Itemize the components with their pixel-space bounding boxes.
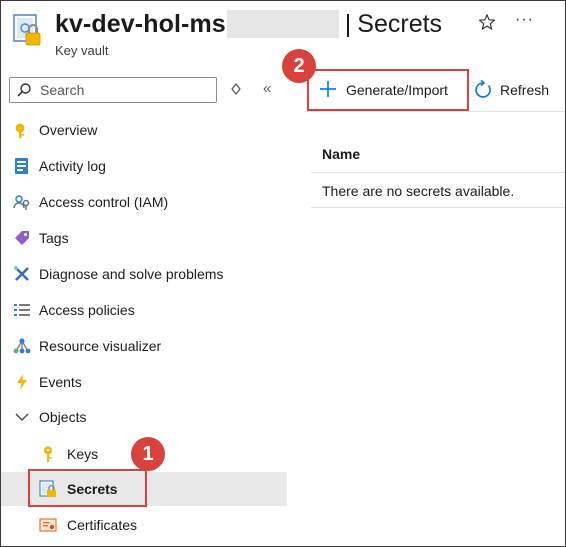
visualizer-icon (13, 338, 31, 354)
sidebar-item-diagnose[interactable]: Diagnose and solve problems (1, 257, 287, 291)
sidebar-item-access-policies[interactable]: Access policies (1, 293, 287, 327)
chevron-down-icon (15, 413, 29, 421)
app-window: kv-dev-hol-ms | Secrets ··· Key vault « … (0, 0, 566, 547)
callout-highlight-secrets (28, 469, 147, 507)
sidebar-item-label: Objects (39, 409, 87, 425)
resource-type: Key vault (55, 43, 109, 58)
lightning-icon (17, 374, 27, 390)
sidebar-item-label: Access policies (39, 302, 135, 318)
callout-badge-2: 2 (282, 49, 316, 83)
title-separator: | (344, 9, 352, 38)
sidebar-item-overview[interactable]: Overview (1, 113, 287, 147)
sidebar-item-tags[interactable]: Tags (1, 221, 287, 255)
callout-highlight-generate (307, 69, 469, 111)
star-icon[interactable] (478, 13, 496, 31)
search-input[interactable] (38, 81, 212, 99)
column-header-name[interactable]: Name (322, 146, 360, 162)
sidebar-item-label: Tags (39, 230, 69, 246)
refresh-icon (475, 80, 491, 98)
blade-title: Secrets (357, 9, 443, 38)
key-icon (44, 446, 52, 462)
header-divider (311, 172, 565, 173)
sidebar-item-label: Keys (67, 446, 99, 462)
tag-icon (15, 231, 29, 245)
toolbar-divider (305, 111, 565, 112)
iam-icon (13, 195, 30, 210)
sort-toggle-icon[interactable] (231, 83, 241, 95)
sidebar-item-label: Activity log (39, 158, 106, 174)
sidebar-group-objects[interactable]: Objects (1, 400, 287, 434)
collapse-sidebar-icon[interactable]: « (263, 80, 271, 97)
key-vault-icon (13, 14, 41, 46)
refresh-button[interactable]: Refresh (471, 77, 561, 103)
sidebar-item-events[interactable]: Events (1, 365, 287, 399)
resource-name: kv-dev-hol-ms (55, 9, 226, 38)
sidebar-item-certificates[interactable]: Certificates (1, 508, 287, 542)
sidebar-item-resource-visualizer[interactable]: Resource visualizer (1, 329, 287, 363)
sidebar-item-label: Certificates (67, 517, 138, 533)
callout-badge-1: 1 (131, 437, 165, 471)
list-icon (14, 304, 30, 316)
certificate-icon (39, 518, 57, 532)
search-icon (17, 83, 31, 97)
page-title: kv-dev-hol-ms | Secrets (55, 7, 442, 41)
row-divider (311, 207, 565, 208)
sidebar-search[interactable] (9, 77, 217, 103)
sidebar-item-label: Overview (39, 122, 98, 138)
redacted-name-block (226, 10, 339, 38)
empty-state-message: There are no secrets available. (322, 183, 515, 199)
activity-log-icon (15, 158, 28, 174)
sidebar-item-activity-log[interactable]: Activity log (1, 149, 287, 183)
sidebar-item-label: Resource visualizer (39, 338, 162, 354)
wrench-icon (14, 266, 29, 281)
sidebar-item-label: Events (39, 374, 82, 390)
sidebar-item-label: Access control (IAM) (39, 194, 169, 210)
sidebar-item-label: Diagnose and solve problems (39, 266, 224, 282)
refresh-label: Refresh (500, 82, 550, 98)
sidebar-item-access-control[interactable]: Access control (IAM) (1, 185, 287, 219)
more-options-icon[interactable]: ··· (515, 11, 534, 29)
overview-icon (15, 123, 25, 138)
